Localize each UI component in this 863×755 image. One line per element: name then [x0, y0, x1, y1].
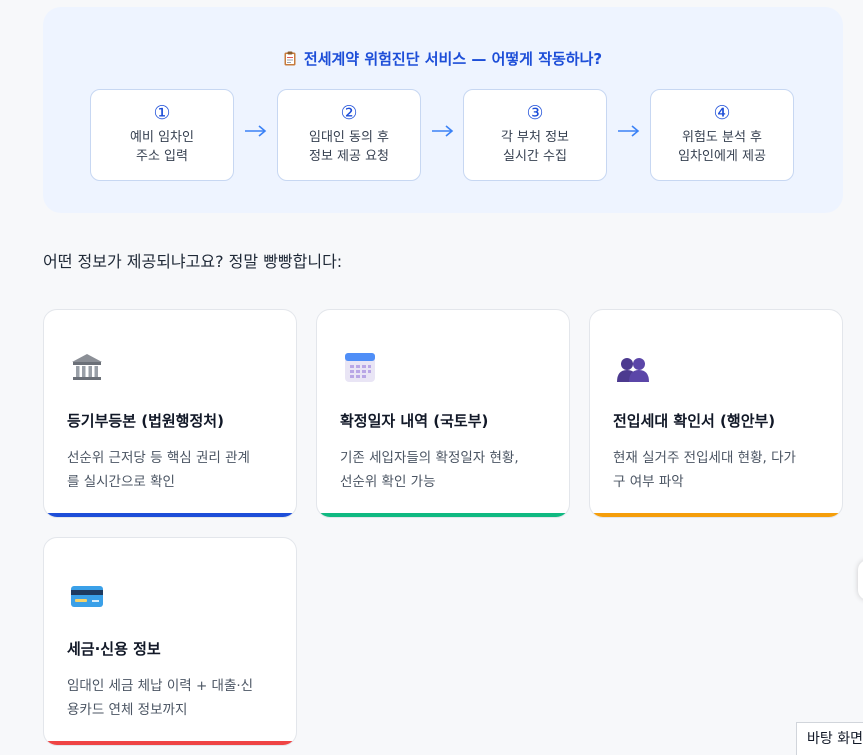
- step-text: 각 부처 정보 실시간 수집: [500, 130, 570, 164]
- card-description: 기존 세입자들의 확정일자 현황, 선순위 확인 가능: [340, 450, 519, 490]
- card-accent-bar: [590, 513, 842, 517]
- floating-button-edge[interactable]: [858, 560, 863, 600]
- page: 전세계약 위험진단 서비스 — 어떻게 작동하나? ① 예비 임차인 주소 입력…: [0, 0, 863, 755]
- credit-card-icon: [70, 578, 104, 612]
- arrow-right-icon: [245, 125, 267, 137]
- clipboard-icon: [284, 51, 296, 66]
- step-number: ③: [526, 102, 544, 124]
- card-accent-bar: [44, 741, 296, 745]
- info-intro-text: 어떤 정보가 제공되냐고요? 정말 빵빵합니다:: [43, 252, 343, 271]
- card-description: 현재 실거주 전입세대 현황, 다가 구 여부 파악: [613, 450, 796, 490]
- step-number: ①: [153, 102, 171, 124]
- bank-icon: [70, 350, 104, 384]
- flow-title-text: 전세계약 위험진단 서비스 — 어떻게 작동하나?: [303, 50, 603, 68]
- card-accent-bar: [317, 513, 569, 517]
- card-description: 임대인 세금 체납 이력 + 대출·신 용카드 연체 정보까지: [67, 678, 254, 718]
- calendar-icon: [343, 350, 377, 384]
- service-flow-panel: 전세계약 위험진단 서비스 — 어떻게 작동하나? ① 예비 임차인 주소 입력…: [43, 7, 843, 213]
- desktop-tooltip: 바탕 화면: [796, 722, 863, 755]
- card-title: 등기부등본 (법원행정처): [67, 412, 224, 430]
- flow-step-4: ④ 위험도 분석 후 임차인에게 제공: [650, 89, 794, 181]
- info-card-fixed-date: 확정일자 내역 (국토부) 기존 세입자들의 확정일자 현황, 선순위 확인 가…: [316, 309, 570, 518]
- arrow-right-icon: [618, 125, 640, 137]
- card-description: 선순위 근저당 등 핵심 권리 관계 를 실시간으로 확인: [67, 450, 250, 490]
- flow-step-1: ① 예비 임차인 주소 입력: [90, 89, 234, 181]
- flow-title: 전세계약 위험진단 서비스 — 어떻게 작동하나?: [43, 49, 843, 69]
- step-text: 예비 임차인 주소 입력: [130, 130, 194, 164]
- card-accent-bar: [44, 513, 296, 517]
- flow-step-2: ② 임대인 동의 후 정보 제공 요청: [277, 89, 421, 181]
- people-icon: [616, 350, 650, 384]
- card-title: 세금·신용 정보: [67, 640, 161, 658]
- card-title: 전입세대 확인서 (행안부): [613, 412, 776, 430]
- info-card-residents: 전입세대 확인서 (행안부) 현재 실거주 전입세대 현황, 다가 구 여부 파…: [589, 309, 843, 518]
- step-text: 위험도 분석 후 임차인에게 제공: [678, 130, 766, 164]
- step-number: ②: [340, 102, 358, 124]
- flow-step-3: ③ 각 부처 정보 실시간 수집: [463, 89, 607, 181]
- step-number: ④: [713, 102, 731, 124]
- info-card-tax-credit: 세금·신용 정보 임대인 세금 체납 이력 + 대출·신 용카드 연체 정보까지: [43, 537, 297, 746]
- arrow-right-icon: [432, 125, 454, 137]
- card-title: 확정일자 내역 (국토부): [340, 412, 489, 430]
- step-text: 임대인 동의 후 정보 제공 요청: [308, 130, 390, 164]
- info-card-registry: 등기부등본 (법원행정처) 선순위 근저당 등 핵심 권리 관계 를 실시간으로…: [43, 309, 297, 518]
